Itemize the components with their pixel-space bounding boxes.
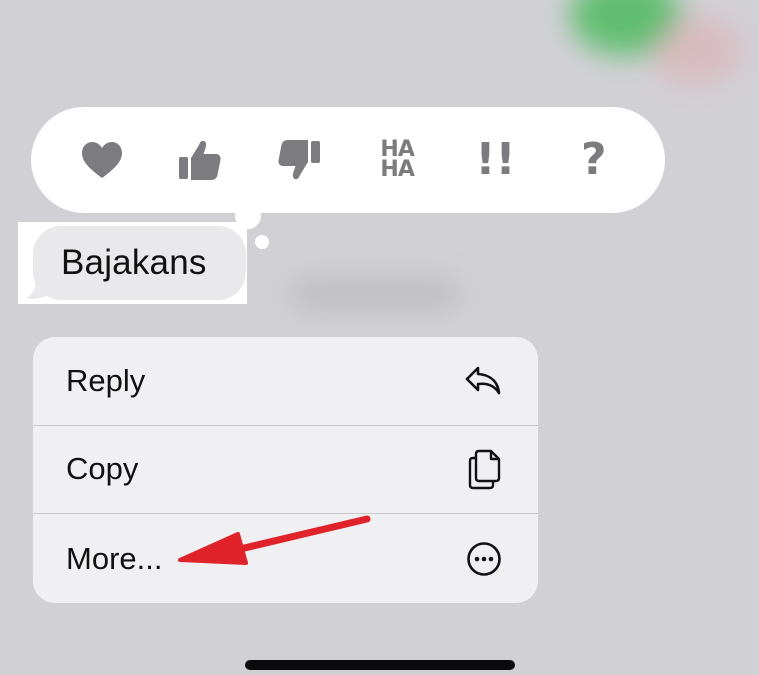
tapback-connector-dot-small [255, 235, 269, 249]
thumbs-up-icon [179, 140, 222, 180]
tapback-thumbs-down[interactable] [269, 130, 329, 190]
menu-item-label: Reply [66, 362, 146, 398]
copy-icon [468, 448, 502, 490]
question-mark-icon: ? [581, 134, 607, 185]
home-indicator [245, 660, 515, 670]
heart-icon [82, 142, 123, 178]
double-exclamation-icon: !! [475, 134, 516, 185]
tapback-emphasize[interactable]: !! [465, 130, 525, 190]
background-blur-gray [290, 278, 460, 310]
background-blur-red [650, 15, 740, 85]
message-bubble[interactable]: Bajakans [33, 226, 246, 300]
tapback-bar: HA HA !! ? [31, 107, 665, 213]
menu-item-copy[interactable]: Copy [33, 426, 538, 515]
haha-icon: HA HA [380, 139, 414, 182]
context-menu: Reply Copy More... [33, 337, 538, 603]
menu-item-label: Copy [66, 451, 139, 487]
tapback-question[interactable]: ? [564, 130, 624, 190]
tapback-haha[interactable]: HA HA [367, 130, 427, 190]
haha-line-2: HA [380, 157, 414, 182]
message-text: Bajakans [61, 243, 207, 282]
reply-icon [464, 365, 502, 397]
tapback-thumbs-up[interactable] [170, 130, 230, 190]
menu-item-reply[interactable]: Reply [33, 337, 538, 426]
menu-item-more[interactable]: More... [33, 514, 538, 603]
ellipsis-circle-icon [466, 541, 502, 577]
tapback-heart[interactable] [72, 130, 132, 190]
thumbs-down-icon [278, 140, 320, 180]
menu-item-label: More... [66, 540, 163, 576]
